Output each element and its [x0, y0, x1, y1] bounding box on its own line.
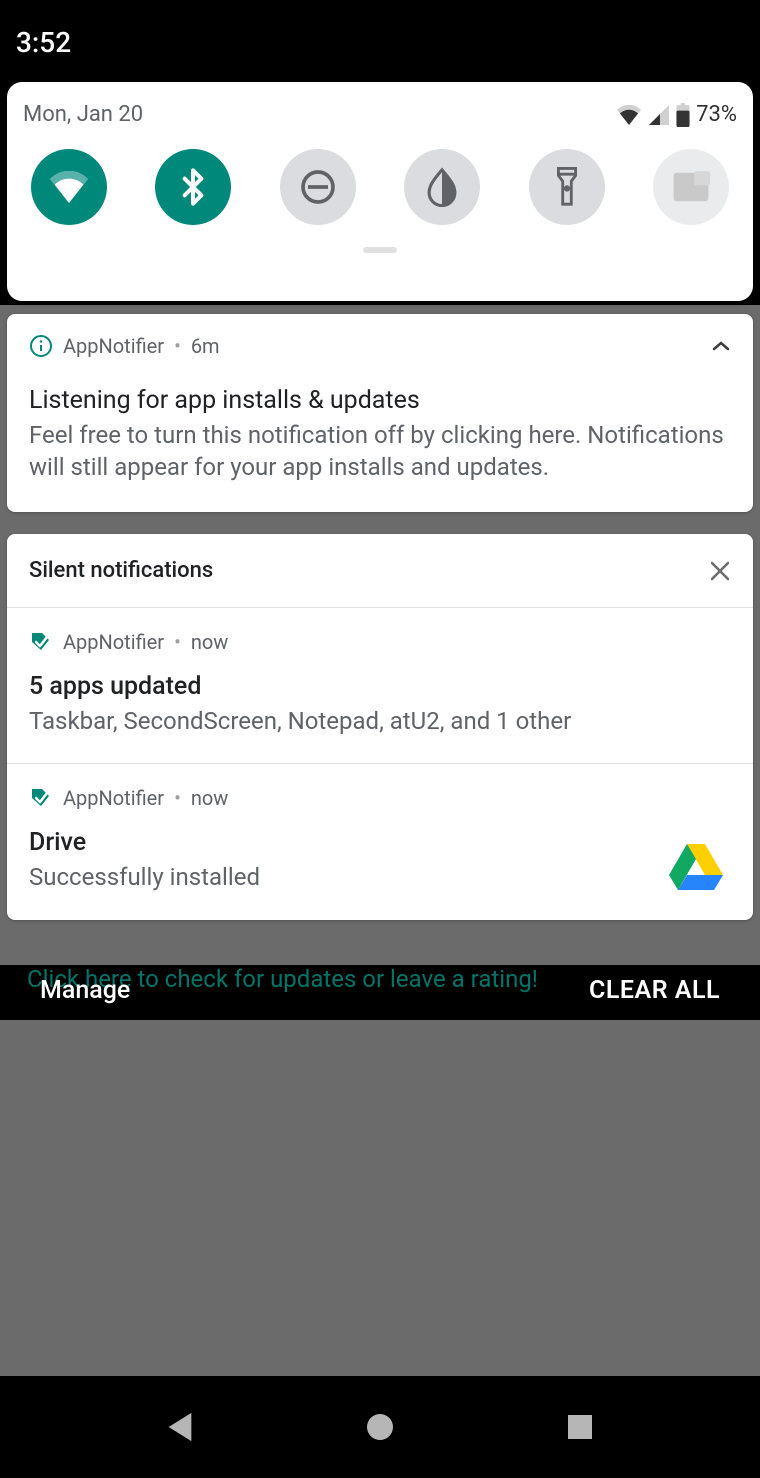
status-time: 3:52 [16, 26, 71, 59]
manage-button[interactable]: Manage [40, 976, 130, 1005]
separator-dot: • [174, 786, 181, 810]
appnotifier-icon [29, 630, 53, 654]
qs-wifi-toggle[interactable] [31, 149, 107, 225]
nav-back-button[interactable] [155, 1402, 205, 1452]
qs-invert-toggle[interactable] [404, 149, 480, 225]
nav-recents-button[interactable] [555, 1402, 605, 1452]
battery-percent: 73% [696, 102, 737, 127]
notif-app-name: AppNotifier [63, 334, 164, 358]
separator-dot: • [174, 334, 181, 358]
qs-date: Mon, Jan 20 [23, 102, 143, 127]
status-icons: 73% [616, 102, 737, 127]
recents-icon [566, 1413, 594, 1441]
notification-apps-updated[interactable]: AppNotifier • now 5 apps updated Taskbar… [7, 608, 753, 764]
qs-bluetooth-toggle[interactable] [155, 149, 231, 225]
info-icon [29, 334, 53, 358]
notif-app-name: AppNotifier [63, 630, 164, 654]
invert-colors-icon [424, 167, 460, 207]
flashlight-icon [555, 167, 579, 207]
separator-dot: • [174, 630, 181, 654]
battery-icon [676, 103, 690, 127]
notif-body: Feel free to turn this notification off … [29, 419, 731, 484]
collapse-caret-icon[interactable] [711, 340, 731, 352]
notif-body: Taskbar, SecondScreen, Notepad, atU2, an… [29, 705, 731, 737]
nav-home-button[interactable] [355, 1402, 405, 1452]
notif-time: 6m [191, 334, 220, 358]
qs-expand-handle[interactable] [363, 247, 397, 253]
back-icon [165, 1410, 195, 1444]
bluetooth-icon [180, 167, 206, 207]
google-drive-icon [669, 842, 723, 890]
dnd-icon [298, 167, 338, 207]
silent-header-title: Silent notifications [29, 558, 213, 583]
appnotifier-icon [29, 786, 53, 810]
wifi-status-icon [616, 105, 642, 125]
wifi-icon [49, 171, 89, 203]
notif-title: Listening for app installs & updates [29, 386, 731, 415]
cell-signal-icon [648, 105, 670, 125]
silent-notifications-card: Silent notifications AppNotifier • now 5… [7, 534, 753, 920]
qs-dnd-toggle[interactable] [280, 149, 356, 225]
notification-appnotifier-listening[interactable]: AppNotifier • 6m Listening for app insta… [7, 314, 753, 512]
notif-time: now [191, 786, 228, 810]
navigation-bar [0, 1376, 760, 1478]
notif-time: now [191, 630, 228, 654]
notif-body: Successfully installed [29, 861, 731, 893]
notif-title: 5 apps updated [29, 672, 731, 701]
notif-title: Drive [29, 828, 731, 857]
quick-settings-panel: Mon, Jan 20 73% [7, 82, 753, 301]
notification-drive-installed[interactable]: AppNotifier • now Drive Successfully ins… [7, 764, 753, 919]
home-icon [365, 1412, 395, 1442]
notif-app-name: AppNotifier [63, 786, 164, 810]
clear-all-button[interactable]: CLEAR ALL [589, 976, 720, 1005]
qs-cast-toggle[interactable] [653, 149, 729, 225]
cast-icon [672, 170, 710, 204]
qs-flashlight-toggle[interactable] [529, 149, 605, 225]
close-icon[interactable] [709, 560, 731, 582]
